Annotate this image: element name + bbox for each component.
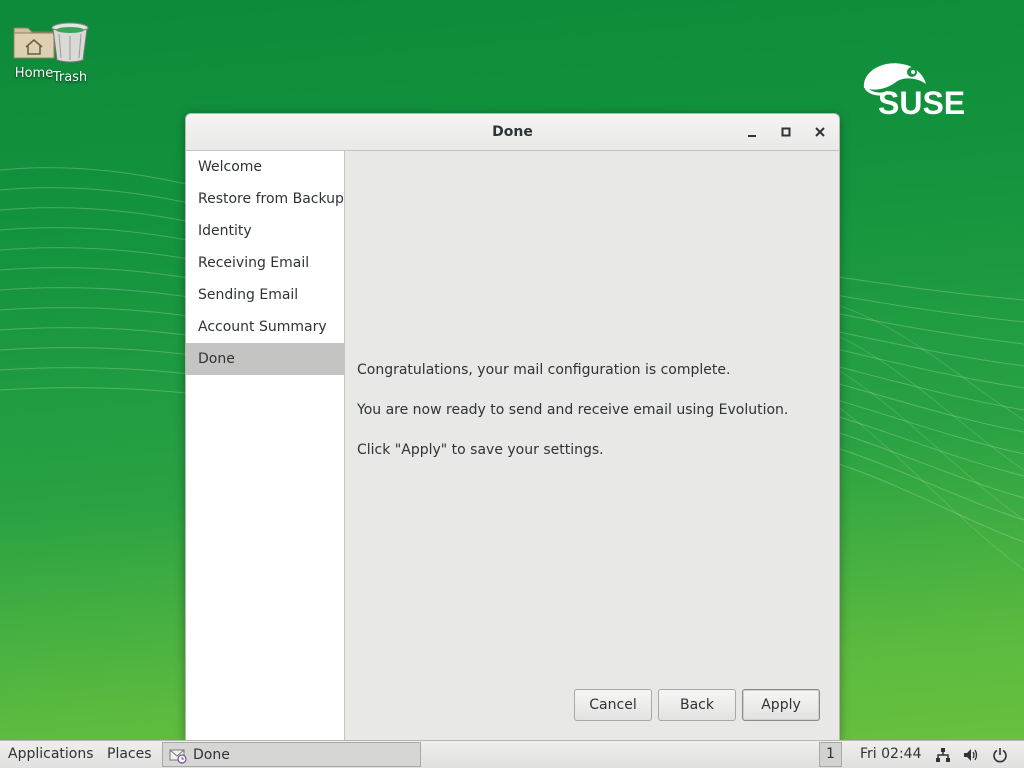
wizard-content: Congratulations, your mail configuration… [345,151,839,741]
desktop-icon-trash-label: Trash [52,70,88,85]
step-done[interactable]: Done [186,343,344,375]
cancel-button[interactable]: Cancel [574,689,652,721]
minimize-icon [748,135,756,137]
trash-icon [51,22,89,63]
evolution-mail-icon [169,749,187,764]
apply-button[interactable]: Apply [742,689,820,721]
taskbar-window-title: Done [193,746,230,763]
apply-instruction-message: Click "Apply" to save your settings. [357,442,604,458]
volume-button[interactable] [962,746,980,764]
desktop-icon-trash[interactable]: Trash [44,20,96,85]
applications-menu[interactable]: Applications [8,741,94,768]
maximize-icon [781,127,791,137]
clock[interactable]: Fri 02:44 [860,741,921,768]
ready-message: You are now ready to send and receive em… [357,402,789,418]
minimize-button[interactable] [742,122,762,142]
places-menu[interactable]: Places [107,741,152,768]
congratulations-message: Congratulations, your mail configuration… [357,362,731,378]
back-button[interactable]: Back [658,689,736,721]
power-button[interactable] [991,746,1009,764]
step-account-summary[interactable]: Account Summary [186,311,344,343]
step-identity[interactable]: Identity [186,215,344,247]
close-icon [815,127,825,137]
setup-assistant-window: Done Welcome Restore from Backup Identit… [185,113,840,741]
window-titlebar[interactable]: Done [186,114,839,151]
network-icon [936,748,950,762]
step-welcome[interactable]: Welcome [186,151,344,183]
step-restore-from-backup[interactable]: Restore from Backup [186,183,344,215]
maximize-button[interactable] [776,122,796,142]
wizard-steps-sidebar: Welcome Restore from Backup Identity Rec… [186,151,345,741]
step-receiving-email[interactable]: Receiving Email [186,247,344,279]
suse-logo-text: SUSE [878,85,965,120]
power-icon [993,748,1007,763]
bottom-panel: Applications Places Done 1 Fri 02:44 [0,740,1024,768]
volume-icon [964,749,978,761]
close-button[interactable] [810,122,830,142]
suse-logo: SUSE [863,63,965,120]
taskbar-window-button[interactable]: Done [162,742,421,767]
network-button[interactable] [934,746,952,764]
step-sending-email[interactable]: Sending Email [186,279,344,311]
workspace-switcher[interactable]: 1 [819,742,842,767]
